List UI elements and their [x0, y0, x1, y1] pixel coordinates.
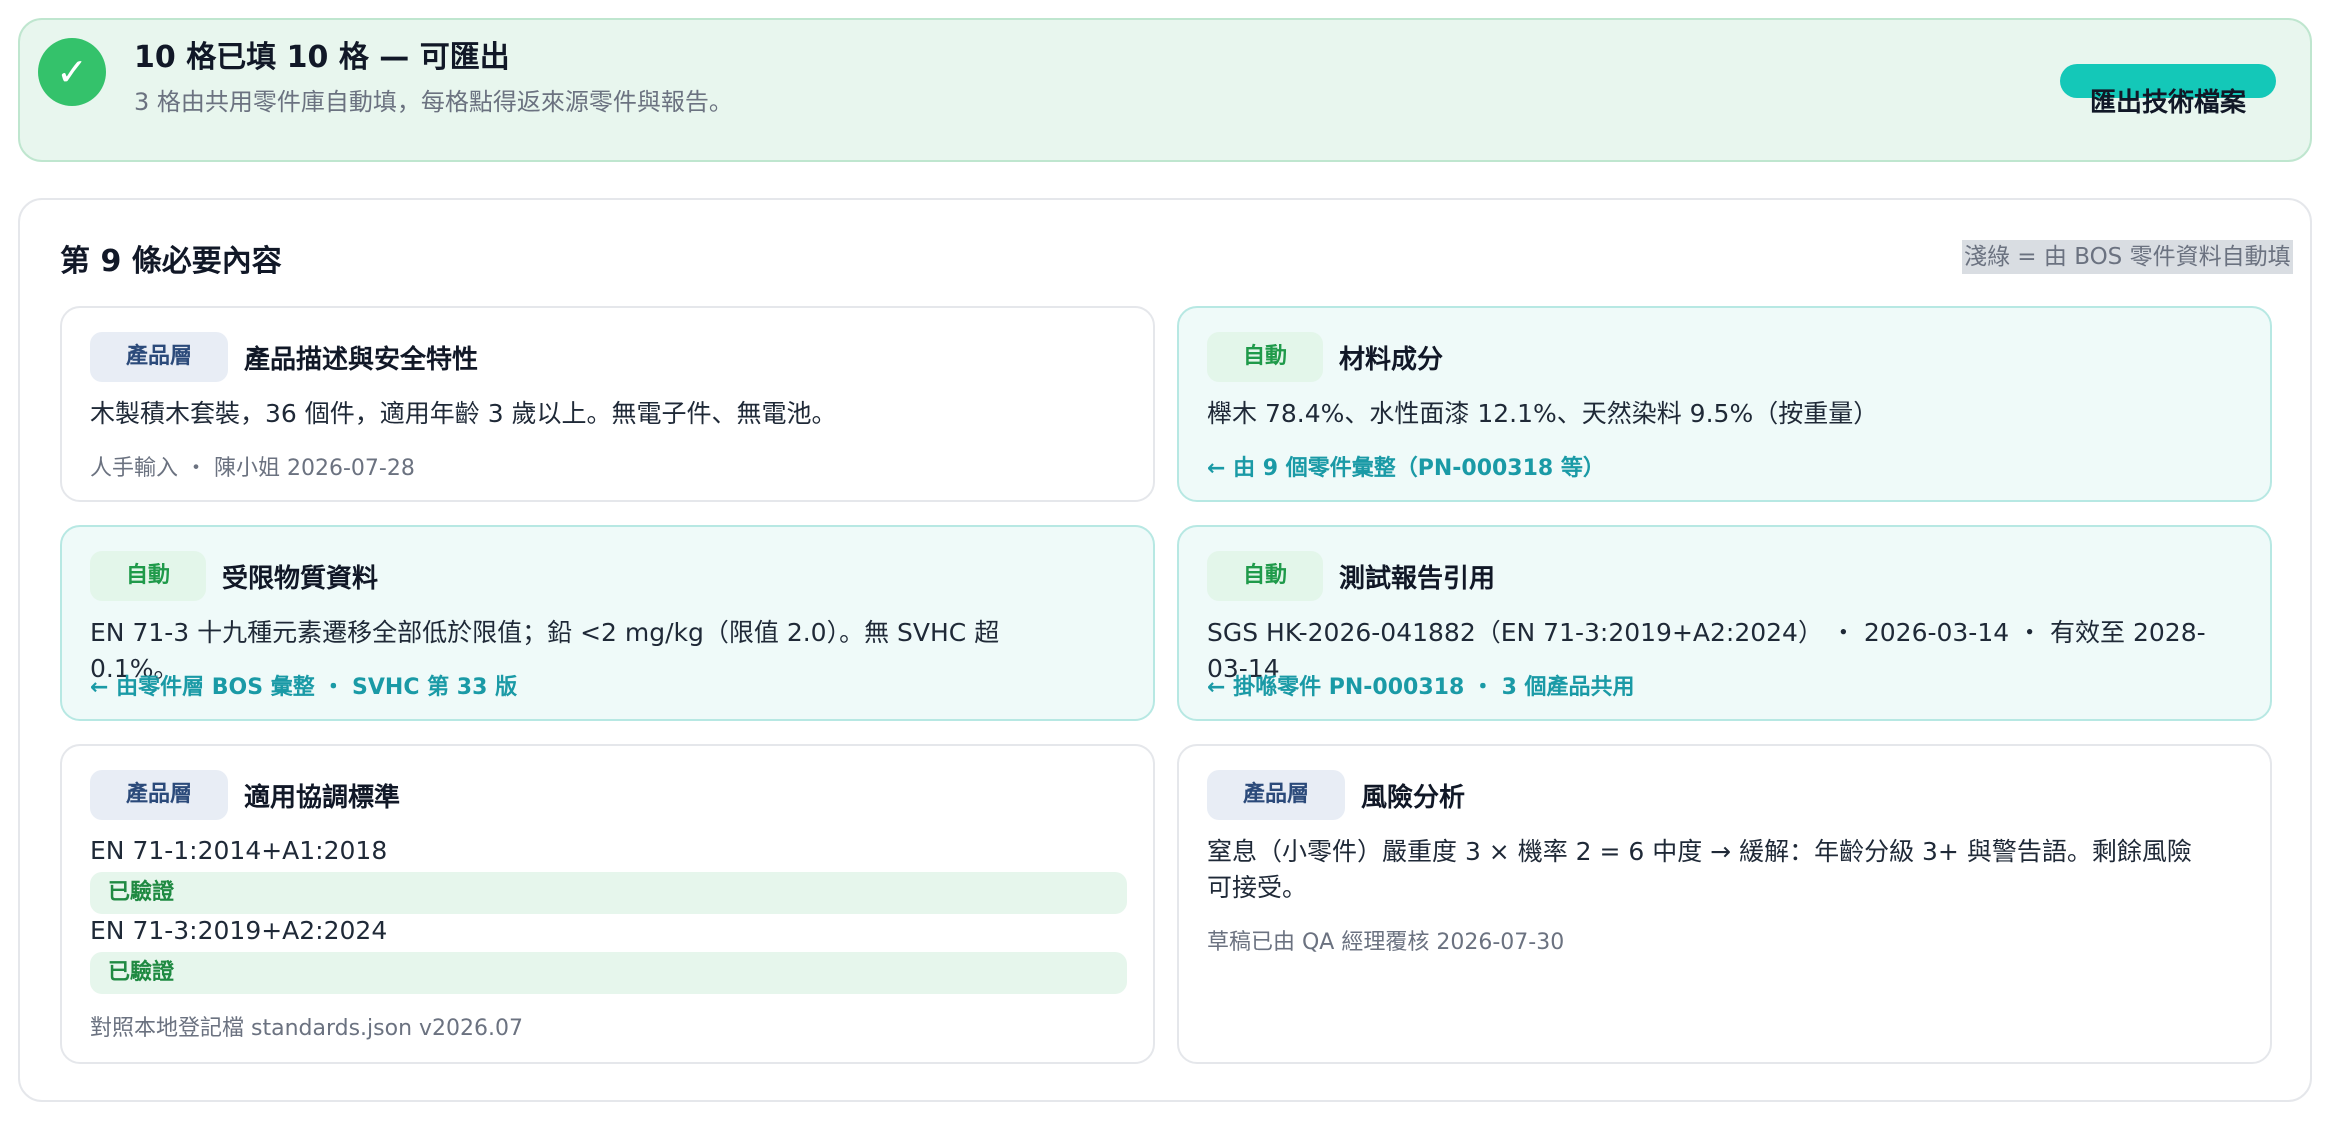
- card-title: 測試報告引用: [1339, 563, 1496, 594]
- card-header: 產品層 產品描述與安全特性: [90, 332, 478, 382]
- source-badge: 自動: [90, 551, 207, 601]
- source-badge: 產品層: [90, 770, 229, 820]
- card-material-composition[interactable]: 自動 材料成分 櫸木 78.4%、水性面漆 12.1%、天然染料 9.5%（按重…: [1177, 306, 2272, 502]
- verified-badge: 已驗證: [90, 952, 1127, 994]
- card-title: 風險分析: [1361, 782, 1466, 813]
- card-title: 材料成分: [1339, 344, 1444, 375]
- banner-title: 10 格已填 10 格 — 可匯出: [134, 40, 510, 75]
- standard-name: EN 71-3:2019+A2:2024: [90, 916, 388, 945]
- card-header: 自動 材料成分: [1207, 332, 1443, 382]
- export-button-label[interactable]: 匯出技術檔案: [2090, 82, 2246, 119]
- banner-subtitle: 3 格由共用零件庫自動填，每格點得返來源零件與報告。: [134, 88, 733, 116]
- card-restricted-substances[interactable]: 自動 受限物質資料 EN 71-3 十九種元素遷移全部低於限值；鉛 <2 mg/…: [60, 525, 1155, 721]
- card-meta: 人手輸入 ・ 陳小姐 2026-07-28: [90, 456, 415, 481]
- card-title: 適用協調標準: [244, 782, 401, 813]
- card-header: 產品層 適用協調標準: [90, 770, 400, 820]
- card-body: 櫸木 78.4%、水性面漆 12.1%、天然染料 9.5%（按重量）: [1207, 399, 1879, 428]
- verified-badge: 已驗證: [90, 872, 1127, 914]
- check-icon: ✓: [38, 38, 106, 106]
- card-title: 受限物質資料: [222, 563, 379, 594]
- card-harmonised-standards[interactable]: 產品層 適用協調標準 EN 71-1:2014+A1:2018 已驗證 EN 7…: [60, 744, 1155, 1064]
- source-badge: 產品層: [1207, 770, 1346, 820]
- card-risk-analysis[interactable]: 產品層 風險分析 窒息（小零件）嚴重度 3 × 機率 2 = 6 中度 → 緩解…: [1177, 744, 2272, 1064]
- card-title: 產品描述與安全特性: [244, 344, 479, 375]
- source-badge: 產品層: [90, 332, 229, 382]
- card-product-description[interactable]: 產品層 產品描述與安全特性 木製積木套裝，36 個件，適用年齡 3 歲以上。無電…: [60, 306, 1155, 502]
- card-meta: 對照本地登記檔 standards.json v2026.07: [90, 1016, 523, 1041]
- source-link[interactable]: ← 由零件層 BOS 彙整 ・ SVHC 第 33 版: [90, 669, 517, 701]
- legend-hint: 淺綠 = 由 BOS 零件資料自動填: [1962, 240, 2293, 274]
- card-header: 產品層 風險分析: [1207, 770, 1465, 820]
- card-body: 窒息（小零件）嚴重度 3 × 機率 2 = 6 中度 → 緩解：年齡分級 3+ …: [1207, 837, 2192, 902]
- card-header: 自動 測試報告引用: [1207, 551, 1495, 601]
- card-test-report[interactable]: 自動 測試報告引用 SGS HK-2026-041882（EN 71-3:201…: [1177, 525, 2272, 721]
- standard-name: EN 71-1:2014+A1:2018: [90, 836, 388, 865]
- source-badge: 自動: [1207, 332, 1324, 382]
- source-badge: 自動: [1207, 551, 1324, 601]
- panel-title: 第 9 條必要內容: [60, 244, 282, 279]
- card-header: 自動 受限物質資料: [90, 551, 378, 601]
- source-link[interactable]: ← 掛喺零件 PN-000318 ・ 3 個產品共用: [1207, 669, 1635, 701]
- source-link[interactable]: ← 由 9 個零件彙整（PN-000318 等）: [1207, 450, 1605, 482]
- card-meta: 草稿已由 QA 經理覆核 2026-07-30: [1207, 930, 1565, 955]
- card-body: 木製積木套裝，36 個件，適用年齡 3 歲以上。無電子件、無電池。: [90, 399, 837, 428]
